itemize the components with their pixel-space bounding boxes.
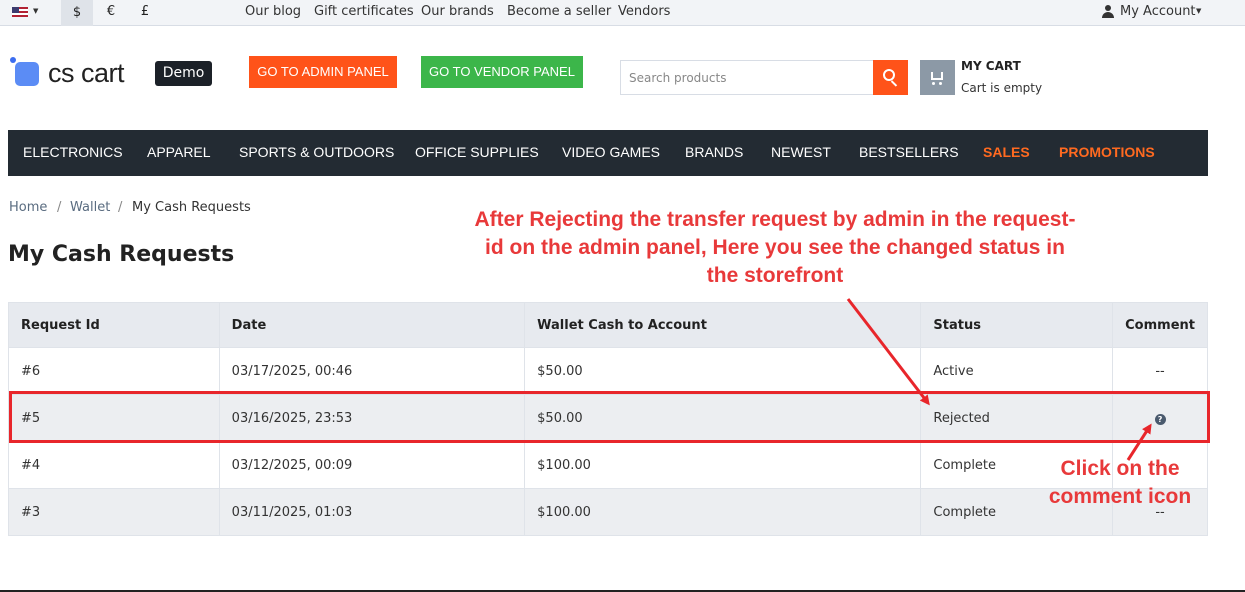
us-flag-icon[interactable]	[12, 7, 28, 17]
table-row: #3 03/11/2025, 01:03 $100.00 Complete --	[8, 488, 1208, 536]
nav-newest[interactable]: NEWEST	[771, 144, 831, 160]
cell-amount: $50.00	[524, 347, 922, 395]
top-bar: ▼ $ € £ Our blog Gift certificates Our b…	[0, 0, 1245, 26]
col-request-id: Request Id	[8, 302, 220, 348]
nav-office-supplies[interactable]: OFFICE SUPPLIES	[415, 144, 539, 160]
breadcrumb-wallet[interactable]: Wallet	[70, 200, 110, 215]
table-row: #4 03/12/2025, 00:09 $100.00 Complete --	[8, 441, 1208, 489]
logo-dot	[10, 57, 16, 63]
col-date: Date	[218, 302, 526, 348]
cell-request-id: #3	[8, 488, 220, 536]
cell-request-id: #4	[8, 441, 220, 489]
cart-button[interactable]	[920, 60, 955, 95]
search-icon	[883, 69, 895, 81]
chevron-down-icon[interactable]: ▼	[33, 7, 38, 15]
cell-amount: $100.00	[524, 441, 922, 489]
cell-comment: --	[1112, 347, 1208, 395]
logo-text[interactable]: cs cart	[48, 58, 125, 89]
main-nav: ELECTRONICS APPAREL SPORTS & OUTDOORS OF…	[8, 130, 1208, 176]
table-row: #6 03/17/2025, 00:46 $50.00 Active --	[8, 347, 1208, 395]
search-button[interactable]	[873, 60, 908, 95]
cell-amount: $100.00	[524, 488, 922, 536]
my-account-link[interactable]: My Account	[1120, 4, 1196, 19]
cart-icon	[931, 72, 943, 80]
breadcrumb-separator: /	[118, 200, 123, 215]
link-become-a-seller[interactable]: Become a seller	[507, 4, 611, 19]
breadcrumb-home[interactable]: Home	[9, 200, 47, 215]
nav-video-games[interactable]: VIDEO GAMES	[562, 144, 660, 160]
logo-icon[interactable]	[15, 62, 39, 86]
user-icon[interactable]	[1102, 5, 1114, 18]
cell-status: Active	[920, 347, 1114, 395]
annotation-click-note: Click on the comment icon	[1048, 457, 1192, 508]
link-our-brands[interactable]: Our brands	[421, 4, 494, 19]
link-vendors[interactable]: Vendors	[618, 4, 670, 19]
nav-promotions[interactable]: PROMOTIONS	[1059, 144, 1155, 160]
search-input[interactable]: Search products	[620, 60, 874, 95]
nav-bestsellers[interactable]: BESTSELLERS	[859, 144, 959, 160]
nav-sports-outdoors[interactable]: SPORTS & OUTDOORS	[239, 144, 394, 160]
cell-date: 03/11/2025, 01:03	[218, 488, 526, 536]
cell-date: 03/17/2025, 00:46	[218, 347, 526, 395]
col-comment: Comment	[1112, 302, 1208, 348]
nav-sales[interactable]: SALES	[983, 144, 1030, 160]
currency-eur[interactable]: €	[95, 4, 127, 19]
highlight-box	[9, 391, 1210, 443]
demo-badge: Demo	[155, 61, 212, 86]
col-wallet-cash: Wallet Cash to Account	[524, 302, 922, 348]
cell-date: 03/12/2025, 00:09	[218, 441, 526, 489]
go-to-admin-panel-button[interactable]: GO TO ADMIN PANEL	[249, 56, 397, 88]
link-our-blog[interactable]: Our blog	[245, 4, 301, 19]
col-status: Status	[920, 302, 1114, 348]
nav-electronics[interactable]: ELECTRONICS	[23, 144, 123, 160]
nav-apparel[interactable]: APPAREL	[147, 144, 211, 160]
cart-title[interactable]: MY CART	[961, 59, 1021, 73]
currency-gbp[interactable]: £	[129, 4, 161, 19]
cart-status: Cart is empty	[961, 81, 1043, 95]
page-title: My Cash Requests	[8, 242, 235, 267]
nav-brands[interactable]: BRANDS	[685, 144, 743, 160]
chevron-down-icon[interactable]: ▼	[1196, 7, 1201, 15]
breadcrumb-separator: /	[57, 200, 62, 215]
cell-request-id: #6	[8, 347, 220, 395]
go-to-vendor-panel-button[interactable]: GO TO VENDOR PANEL	[421, 56, 583, 88]
breadcrumb-current: My Cash Requests	[132, 200, 251, 215]
table-header-row: Request Id Date Wallet Cash to Account S…	[8, 302, 1208, 348]
link-gift-certificates[interactable]: Gift certificates	[314, 4, 414, 19]
currency-usd[interactable]: $	[61, 0, 93, 26]
annotation-main-note: After Rejecting the transfer request by …	[474, 208, 1076, 287]
